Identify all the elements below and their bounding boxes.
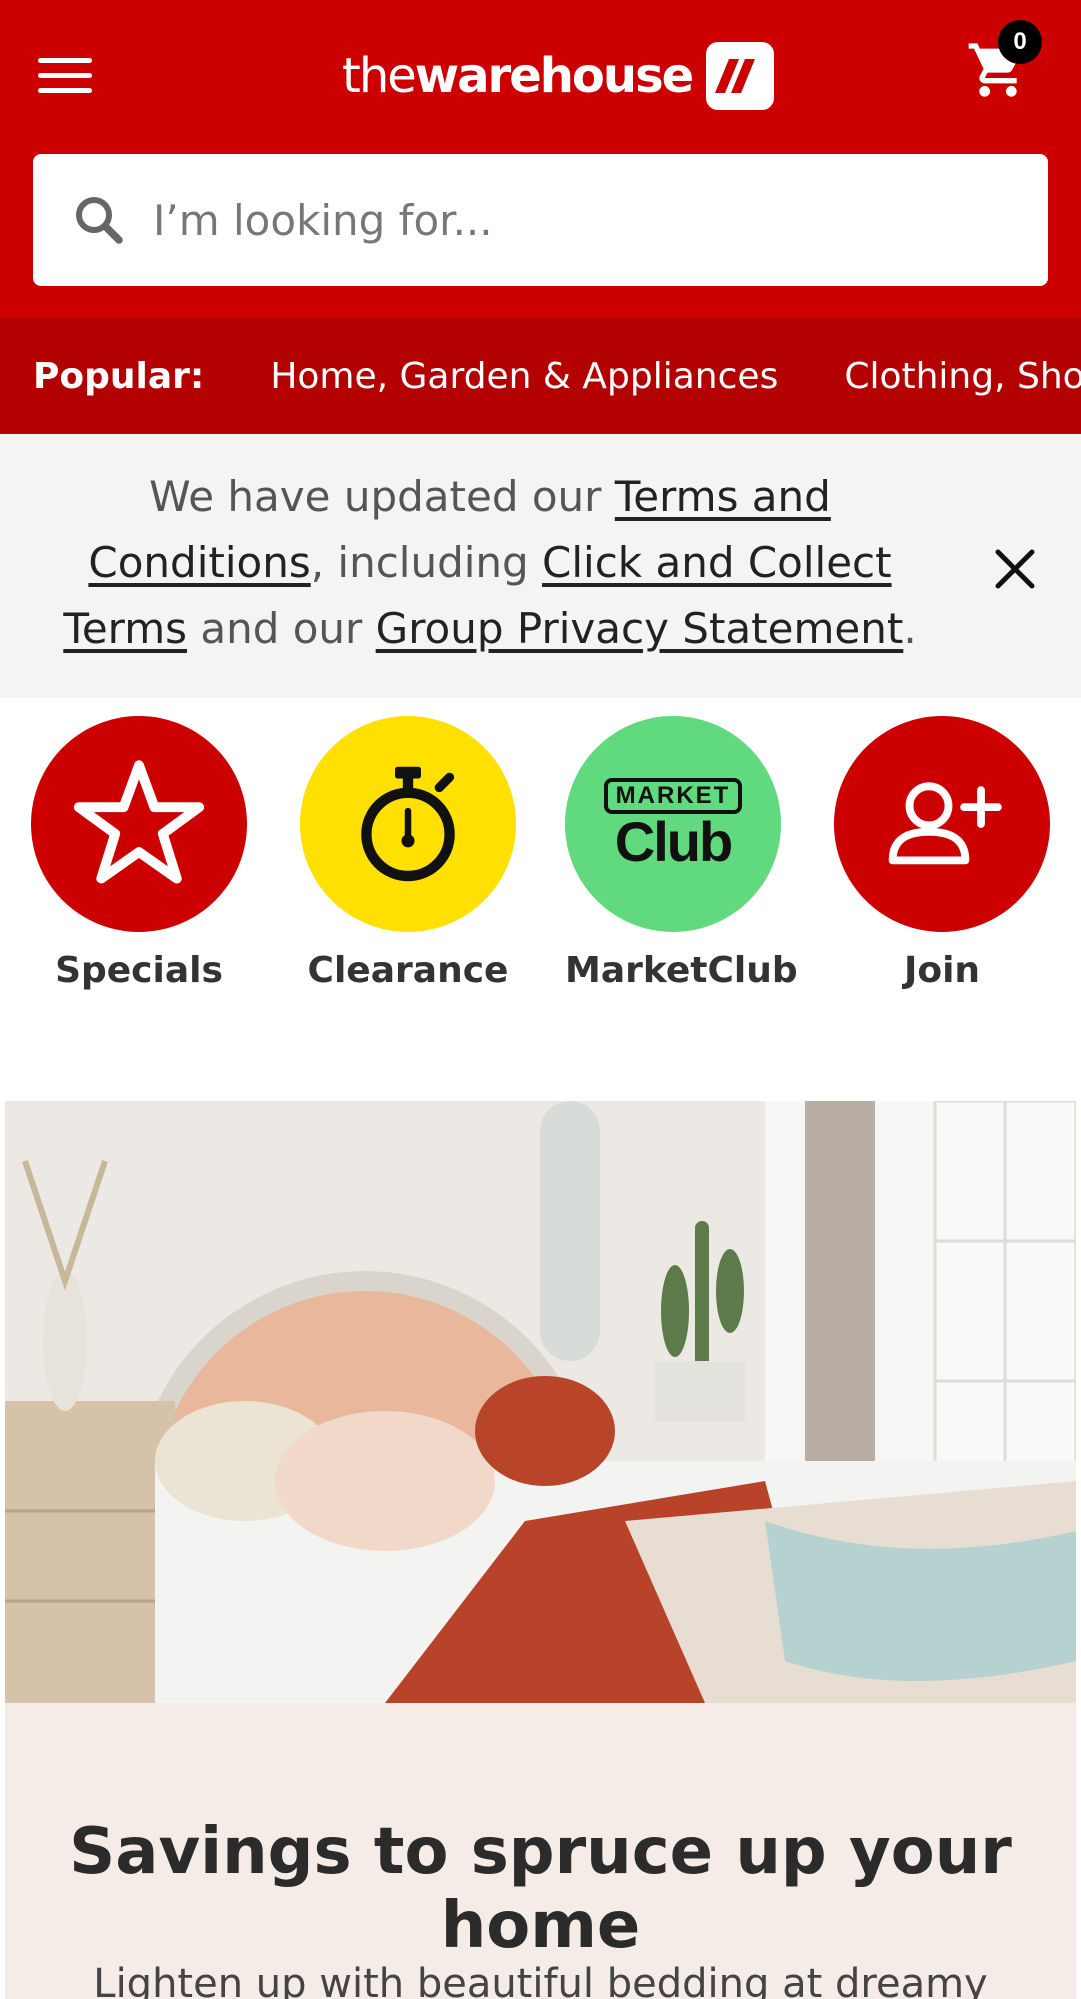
marketclub-icon: MARKET Club xyxy=(603,778,743,870)
hero-bedroom-image[interactable] xyxy=(5,1101,1076,1703)
marketclub-label: MarketClub xyxy=(565,950,798,991)
menu-icon xyxy=(38,58,92,63)
join-label: Join xyxy=(903,950,981,991)
marketclub-circle: MARKET Club xyxy=(565,716,781,932)
clearance-circle xyxy=(300,716,516,932)
close-notice-button[interactable] xyxy=(990,544,1040,594)
quick-link-marketclub[interactable]: MARKET Club MarketClub xyxy=(565,716,798,991)
logo-mark-icon xyxy=(706,42,775,110)
promo-body: Lighten up with beautiful bedding at dre… xyxy=(93,1961,988,1999)
menu-button[interactable] xyxy=(38,58,94,104)
quick-links: Specials Clearance MARKET Club MarketClu… xyxy=(0,716,1081,1006)
privacy-statement-link[interactable]: Group Privacy Statement xyxy=(376,604,904,653)
quick-link-specials[interactable]: Specials xyxy=(31,716,247,991)
promo-title: Savings to spruce up your home xyxy=(69,1815,1012,1963)
quick-link-clearance[interactable]: Clearance xyxy=(300,716,516,991)
terms-update-notice: We have updated our Terms and Conditions… xyxy=(0,434,1081,698)
close-icon xyxy=(995,549,1035,589)
search-icon xyxy=(76,197,123,244)
stopwatch-icon xyxy=(361,766,455,882)
join-circle xyxy=(834,716,1050,932)
specials-label: Specials xyxy=(55,950,223,991)
promo-section: Savings to spruce up your home Lighten u… xyxy=(5,1703,1076,1999)
popular-categories-bar: Popular: Home, Garden & Appliances Cloth… xyxy=(0,318,1081,434)
specials-circle xyxy=(31,716,247,932)
star-icon xyxy=(73,760,205,884)
popular-label: Popular: xyxy=(33,355,205,397)
quick-link-join[interactable]: Join xyxy=(834,716,1050,991)
bedroom-illustration xyxy=(5,1101,1076,1703)
notice-text: We have updated our Terms and Conditions… xyxy=(63,472,917,653)
site-logo[interactable]: thewarehouse xyxy=(342,38,775,114)
site-header: thewarehouse 0 xyxy=(0,0,1081,318)
popular-link-home-garden[interactable]: Home, Garden & Appliances xyxy=(270,356,778,397)
add-user-icon xyxy=(888,782,1002,865)
popular-link-clothing[interactable]: Clothing, Shoes & Accessories xyxy=(844,356,1081,397)
search-bar[interactable] xyxy=(33,154,1048,286)
clearance-label: Clearance xyxy=(307,950,509,991)
logo-wordmark: thewarehouse xyxy=(342,48,694,104)
cart-count-badge: 0 xyxy=(998,20,1042,64)
search-input[interactable] xyxy=(153,195,973,245)
